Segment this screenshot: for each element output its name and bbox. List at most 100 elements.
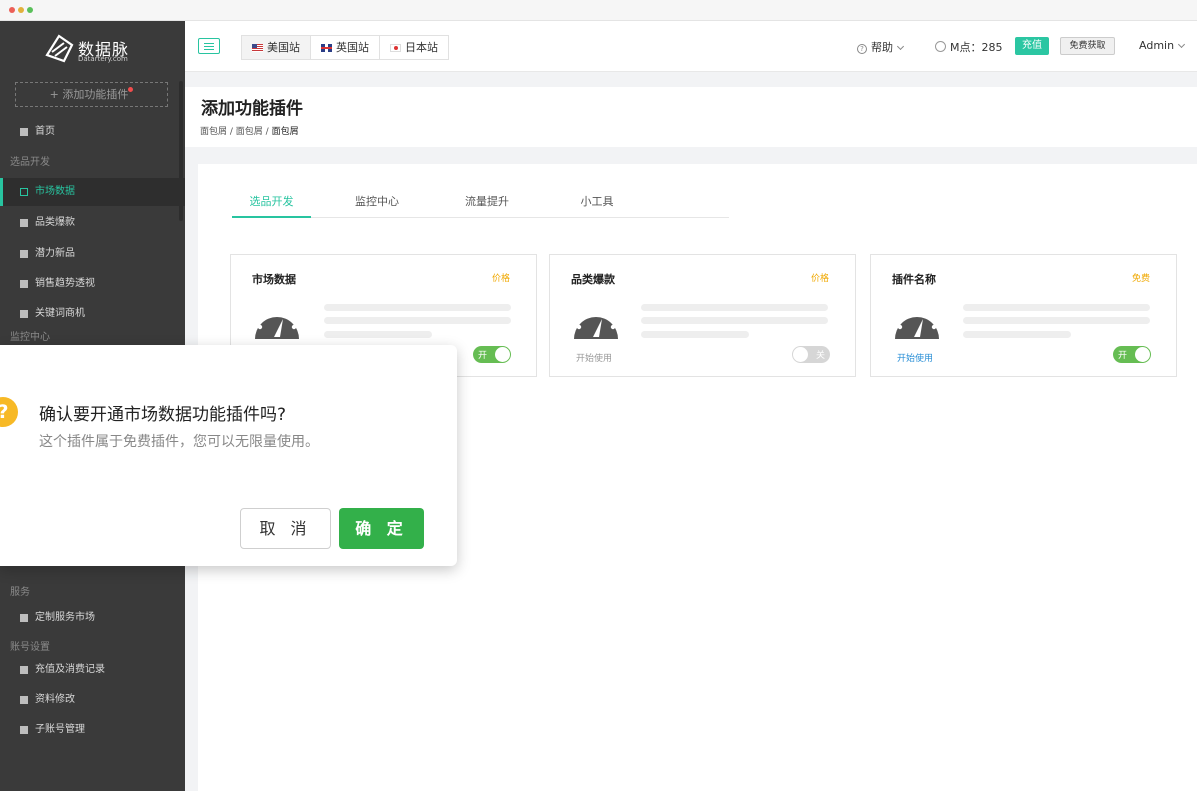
add-plugin-label: + 添加功能插件 xyxy=(49,88,129,101)
placeholder-line xyxy=(963,317,1150,324)
zoom-window-icon[interactable] xyxy=(27,7,33,13)
tab-tools[interactable]: 小工具 xyxy=(557,193,637,218)
mpoints-display: M点：285 xyxy=(935,39,1003,55)
sidebar-item-label: 关键词商机 xyxy=(35,308,85,319)
menu-square-icon xyxy=(20,310,28,318)
menu-toggle-button[interactable] xyxy=(198,38,220,54)
gauge-icon xyxy=(255,309,299,339)
plugin-name: 品类爆款 xyxy=(571,273,615,286)
tab-product-dev[interactable]: 选品开发 xyxy=(232,193,311,218)
breadcrumb: 面包屑 / 面包屑 / 面包屑 xyxy=(200,127,299,137)
toggle-label: 开 xyxy=(478,351,488,361)
window-titlebar xyxy=(0,0,1197,21)
gauge-icon xyxy=(895,309,939,339)
confirm-button[interactable]: 确 定 xyxy=(339,508,424,549)
sidebar-item-keyword-opportunity[interactable]: 关键词商机 xyxy=(0,300,185,328)
tab-monitor[interactable]: 监控中心 xyxy=(337,193,417,218)
plugin-toggle[interactable]: 开 xyxy=(1113,346,1151,363)
sidebar-item-market-data[interactable]: 市场数据 xyxy=(0,178,185,206)
plugin-name: 插件名称 xyxy=(892,273,936,286)
toggle-knob xyxy=(793,347,808,362)
minimize-window-icon[interactable] xyxy=(18,7,24,13)
question-icon: ? xyxy=(0,397,18,427)
toggle-knob xyxy=(495,347,510,362)
add-plugin-button[interactable]: + 添加功能插件 xyxy=(15,82,168,107)
menu-icon-line xyxy=(204,43,214,44)
toggle-knob xyxy=(1135,347,1150,362)
sidebar-item-category-hits[interactable]: 品类爆款 xyxy=(0,209,185,237)
category-tabs: 选品开发 监控中心 流量提升 小工具 xyxy=(232,193,729,218)
recharge-button[interactable]: 充值 xyxy=(1015,37,1049,55)
plugin-card: 插件名称 免费 开始使用 开 xyxy=(870,254,1177,377)
sidebar-item-home[interactable]: 首页 xyxy=(0,118,185,146)
sidebar-item-label: 子账号管理 xyxy=(35,724,85,735)
toggle-label: 开 xyxy=(1118,351,1128,361)
sidebar-item-label: 资料修改 xyxy=(35,694,75,705)
sidebar-group-product-dev: 选品开发 xyxy=(10,157,50,168)
start-use-link[interactable]: 开始使用 xyxy=(897,351,933,364)
help-menu[interactable]: ? 帮助 xyxy=(857,39,905,55)
menu-square-icon xyxy=(20,250,28,258)
menu-square-icon xyxy=(20,666,28,674)
start-use-link[interactable]: 开始使用 xyxy=(576,351,612,364)
plugin-card: 品类爆款 价格 开始使用 关 xyxy=(549,254,856,377)
mpoints-label: M点： xyxy=(950,41,982,54)
dialog-title: 确认要开通市场数据功能插件吗? xyxy=(39,405,287,425)
site-tab-label: 美国站 xyxy=(267,41,300,54)
toggle-label: 关 xyxy=(815,351,825,361)
sidebar-item-profile-edit[interactable]: 资料修改 xyxy=(0,686,185,714)
site-tab-jp[interactable]: 日本站 xyxy=(379,35,449,60)
sidebar-item-subaccounts[interactable]: 子账号管理 xyxy=(0,716,185,744)
plugin-toggle[interactable]: 关 xyxy=(792,346,830,363)
close-window-icon[interactable] xyxy=(9,7,15,13)
sidebar-item-label: 定制服务市场 xyxy=(35,612,95,623)
notification-dot xyxy=(128,87,134,92)
menu-square-icon xyxy=(20,128,28,136)
chevron-down-icon xyxy=(896,42,905,51)
breadcrumb-item[interactable]: 面包屑 xyxy=(200,127,227,137)
mpoint-icon xyxy=(935,41,946,52)
help-icon: ? xyxy=(857,44,867,54)
page-title: 添加功能插件 xyxy=(201,99,303,119)
plugin-name: 市场数据 xyxy=(252,273,296,286)
menu-square-icon xyxy=(20,614,28,622)
plugin-toggle[interactable]: 开 xyxy=(473,346,511,363)
uk-flag-icon xyxy=(321,43,332,52)
sidebar-item-label: 市场数据 xyxy=(35,186,75,197)
sidebar-group-monitor: 监控中心 xyxy=(10,332,50,343)
placeholder-line xyxy=(963,331,1071,338)
site-tab-label: 英国站 xyxy=(336,41,369,54)
cancel-button[interactable]: 取 消 xyxy=(240,508,331,549)
top-header: 美国站 英国站 日本站 ? 帮助 M点：285 充值 免费获取 Admin xyxy=(185,21,1197,72)
placeholder-line xyxy=(641,331,749,338)
sidebar-group-service: 服务 xyxy=(10,587,30,598)
plugin-price-tag: 免费 xyxy=(1131,274,1150,284)
sidebar-item-recharge-records[interactable]: 充值及消费记录 xyxy=(0,656,185,684)
user-menu[interactable]: Admin xyxy=(1139,39,1186,52)
free-get-button[interactable]: 免费获取 xyxy=(1060,37,1115,55)
sidebar-item-label: 充值及消费记录 xyxy=(35,664,105,675)
gauge-icon xyxy=(574,309,618,339)
tab-traffic[interactable]: 流量提升 xyxy=(447,193,527,218)
site-tab-uk[interactable]: 英国站 xyxy=(310,35,380,60)
menu-square-icon xyxy=(20,726,28,734)
site-switcher: 美国站 英国站 日本站 xyxy=(241,35,449,60)
sidebar-item-label: 潜力新品 xyxy=(35,248,75,259)
sidebar-item-custom-service[interactable]: 定制服务市场 xyxy=(0,604,185,632)
site-tab-us[interactable]: 美国站 xyxy=(241,35,311,60)
placeholder-line xyxy=(641,317,828,324)
placeholder-line xyxy=(324,304,511,311)
logo[interactable]: 数据脉 Datartery.com xyxy=(44,34,144,64)
site-tab-label: 日本站 xyxy=(405,41,438,54)
sidebar-item-new-potential[interactable]: 潜力新品 xyxy=(0,240,185,268)
placeholder-line xyxy=(324,331,432,338)
menu-square-icon xyxy=(20,280,28,288)
breadcrumb-item[interactable]: 面包屑 xyxy=(236,127,263,137)
plugin-price-tag: 价格 xyxy=(810,274,829,284)
chevron-down-icon xyxy=(1178,40,1186,49)
placeholder-line xyxy=(641,304,828,311)
menu-square-icon xyxy=(20,219,28,227)
sidebar-item-sales-trend[interactable]: 销售趋势透视 xyxy=(0,270,185,298)
menu-icon-line xyxy=(204,46,214,47)
sidebar-group-account: 账号设置 xyxy=(10,642,50,653)
